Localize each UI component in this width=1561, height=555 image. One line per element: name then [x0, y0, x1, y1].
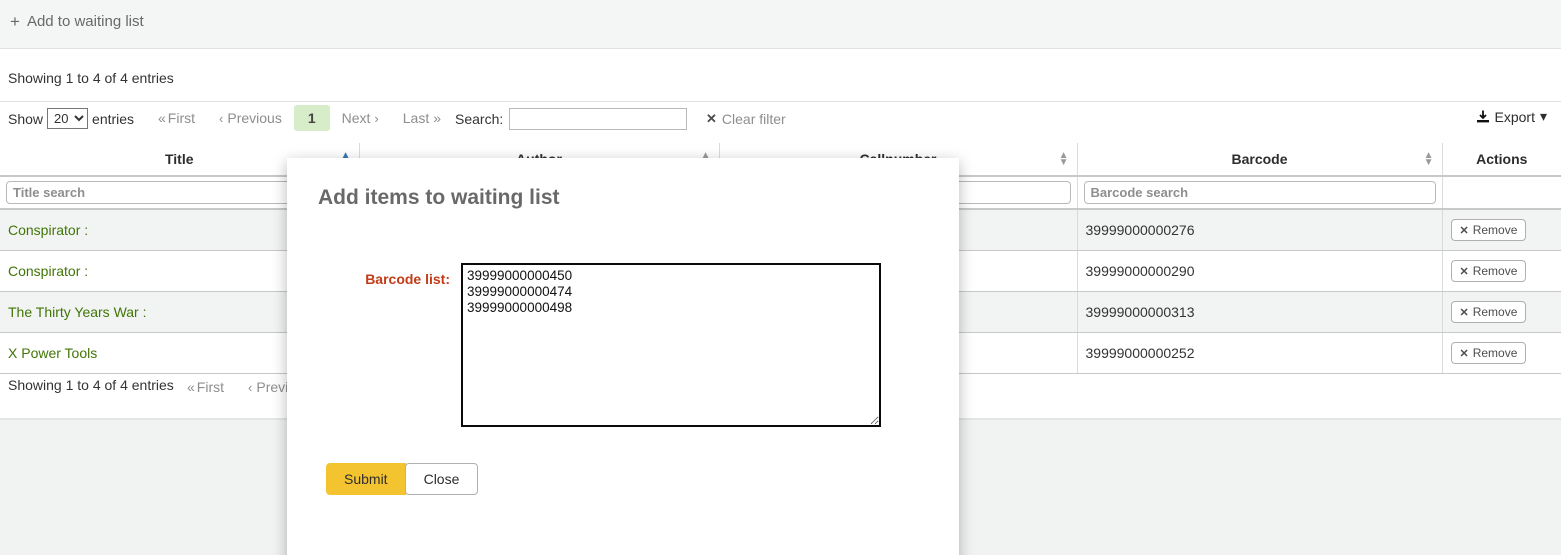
search-input[interactable] [509, 108, 687, 130]
remove-label: Remove [1473, 223, 1518, 237]
column-header-actions: Actions [1442, 143, 1561, 176]
datatable-controls: Show 20 entries « First ‹ Previous 1 Nex… [0, 105, 1561, 137]
cell-barcode: 39999000000276 [1077, 209, 1442, 251]
chevron-down-icon: ▾ [1540, 108, 1547, 125]
add-to-waiting-list-button[interactable]: + Add to waiting list [10, 13, 144, 30]
close-x-icon: ✕ [706, 111, 717, 127]
search-label: Search: [455, 111, 503, 127]
pagination-first-button-bottom[interactable]: « First [175, 374, 236, 400]
column-label: Actions [1476, 151, 1527, 167]
chevron-right-icon: › [374, 111, 378, 126]
remove-label: Remove [1473, 264, 1518, 278]
pagination-first-button[interactable]: « First [146, 105, 207, 131]
chevron-left-icon: ‹ [248, 380, 252, 395]
title-link[interactable]: The Thirty Years War : [8, 304, 147, 320]
clear-filter-label: Clear filter [722, 111, 786, 127]
close-x-icon: ✕ [1460, 306, 1469, 319]
title-link[interactable]: Conspirator : [8, 222, 88, 238]
barcode-list-textarea[interactable]: 39999000000450 39999000000474 3999900000… [461, 263, 881, 427]
page-root: + Add to waiting list Showing 1 to 4 of … [0, 0, 1561, 555]
show-label: Show [8, 111, 43, 127]
double-chevron-left-icon: « [187, 379, 193, 395]
remove-label: Remove [1473, 305, 1518, 319]
submit-button[interactable]: Submit [326, 463, 406, 495]
filter-cell-actions [1442, 176, 1561, 209]
close-x-icon: ✕ [1460, 265, 1469, 278]
remove-button[interactable]: ✕ Remove [1451, 260, 1527, 282]
showing-entries-bottom: Showing 1 to 4 of 4 entries [8, 377, 174, 393]
column-header-barcode[interactable]: Barcode ▲▼ [1077, 143, 1442, 176]
add-to-waiting-list-label: Add to waiting list [27, 13, 144, 30]
pagination-next-button[interactable]: Next › [330, 105, 391, 131]
entries-label: entries [92, 111, 134, 127]
double-chevron-right-icon: » [433, 110, 439, 126]
plus-icon: + [10, 13, 20, 30]
remove-button[interactable]: ✕ Remove [1451, 219, 1527, 241]
close-x-icon: ✕ [1460, 347, 1469, 360]
pagination-first-label: First [197, 379, 224, 395]
sort-arrows-icon: ▲▼ [1424, 152, 1434, 166]
pagination-next-label: Next [342, 110, 371, 126]
showing-entries-top: Showing 1 to 4 of 4 entries [8, 70, 174, 86]
divider-top [0, 101, 1561, 102]
remove-label: Remove [1473, 346, 1518, 360]
filter-cell-barcode [1077, 176, 1442, 209]
cell-actions: ✕ Remove [1442, 333, 1561, 374]
column-label: Title [165, 151, 194, 167]
remove-button[interactable]: ✕ Remove [1451, 301, 1527, 323]
close-button[interactable]: Close [405, 463, 479, 495]
remove-button[interactable]: ✕ Remove [1451, 342, 1527, 364]
pagination-last-label: Last [403, 110, 429, 126]
cell-actions: ✕ Remove [1442, 292, 1561, 333]
page-length-control: Show 20 entries [8, 108, 134, 129]
barcode-search-input[interactable] [1084, 181, 1436, 204]
add-items-modal: Add items to waiting list Barcode list: … [287, 158, 959, 555]
export-label: Export [1495, 109, 1535, 125]
cell-barcode: 39999000000290 [1077, 251, 1442, 292]
modal-actions: Submit Close [326, 463, 478, 495]
pagination-page-1-button[interactable]: 1 [294, 105, 330, 131]
close-x-icon: ✕ [1460, 224, 1469, 237]
title-link[interactable]: Conspirator : [8, 263, 88, 279]
column-label: Barcode [1231, 151, 1287, 167]
pagination-previous-button[interactable]: ‹ Previous [207, 105, 294, 131]
clear-filter-button[interactable]: ✕ Clear filter [700, 110, 792, 128]
page-toolbar: + Add to waiting list [0, 0, 1561, 49]
barcode-list-label: Barcode list: [287, 271, 450, 287]
double-chevron-left-icon: « [158, 110, 164, 126]
chevron-left-icon: ‹ [219, 111, 223, 126]
export-button[interactable]: Export ▾ [1470, 107, 1554, 126]
download-icon [1476, 110, 1490, 124]
pagination-previous-label: Previous [227, 110, 281, 126]
modal-title: Add items to waiting list [318, 186, 560, 210]
pagination-first-label: First [168, 110, 195, 126]
cell-actions: ✕ Remove [1442, 251, 1561, 292]
pagination-top: « First ‹ Previous 1 Next › Last » [146, 105, 451, 131]
cell-barcode: 39999000000313 [1077, 292, 1442, 333]
title-link[interactable]: X Power Tools [8, 345, 97, 361]
cell-barcode: 39999000000252 [1077, 333, 1442, 374]
pagination-last-button[interactable]: Last » [391, 105, 451, 131]
page-length-select[interactable]: 20 [47, 108, 88, 129]
sort-arrows-icon: ▲▼ [1059, 152, 1069, 166]
datatable-search: Search: [455, 108, 687, 130]
cell-actions: ✕ Remove [1442, 209, 1561, 251]
